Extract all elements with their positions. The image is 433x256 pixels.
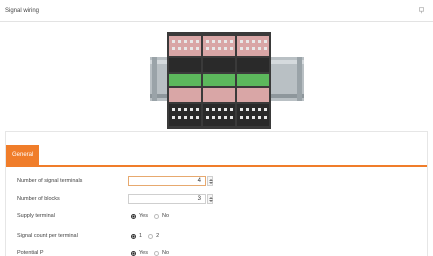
supply-terminal-no-option[interactable]: No (153, 213, 170, 219)
signal-count-radio-group: 1 2 (131, 232, 159, 240)
tab-general-label: General (12, 152, 34, 158)
supply-terminal-no-label: No (161, 213, 170, 219)
potential-no-label: No (161, 250, 170, 256)
signal-count-1-option[interactable]: 1 (131, 233, 142, 239)
stepper-down-icon[interactable] (209, 181, 213, 184)
blocks-label: Number of blocks (17, 196, 60, 202)
potential-yes-label: Yes (139, 250, 148, 256)
tab-underline (6, 165, 427, 167)
radio-unselected-icon[interactable] (153, 213, 159, 219)
potential-yes-option[interactable]: Yes (131, 250, 148, 256)
terminal-block-illustration (150, 32, 304, 129)
radio-selected-icon[interactable] (131, 213, 136, 219)
radio-selected-icon[interactable] (131, 233, 136, 239)
signal-count-1-label: 1 (139, 233, 143, 239)
tab-general[interactable]: General (6, 145, 39, 165)
radio-unselected-icon[interactable] (153, 250, 159, 256)
stepper-down-icon[interactable] (209, 199, 213, 202)
stepper-up-icon[interactable] (209, 178, 213, 181)
terminal-preview (0, 22, 433, 131)
radio-unselected-icon[interactable] (148, 233, 154, 239)
signal-count-2-option[interactable]: 2 (148, 233, 159, 239)
potential-radio-group: Yes No (131, 249, 169, 256)
blocks-input[interactable]: 3 (128, 194, 206, 204)
signal-terminals-input[interactable]: 4 (128, 176, 206, 186)
potential-label: Potential P (17, 250, 44, 256)
window-title: Signal wiring (5, 8, 40, 14)
terminal-block-1 (167, 32, 203, 129)
potential-no-option[interactable]: No (153, 250, 170, 256)
supply-terminal-label: Supply terminal (17, 213, 55, 219)
signal-terminals-stepper[interactable] (207, 176, 213, 186)
supply-terminal-yes-option[interactable]: Yes (131, 213, 148, 219)
radio-selected-icon[interactable] (131, 250, 136, 256)
title-bar: Signal wiring (0, 0, 433, 22)
blocks-stepper[interactable] (207, 194, 213, 204)
terminal-block-3 (235, 32, 271, 129)
signal-count-label: Signal count per terminal (17, 233, 78, 239)
stepper-up-icon[interactable] (209, 196, 213, 199)
supply-terminal-yes-label: Yes (139, 213, 148, 219)
supply-terminal-radio-group: Yes No (131, 212, 169, 220)
terminal-block-2 (201, 32, 237, 129)
pin-icon[interactable] (418, 7, 425, 14)
signal-terminals-label: Number of signal terminals (17, 178, 83, 184)
signal-count-2-label: 2 (156, 233, 160, 239)
